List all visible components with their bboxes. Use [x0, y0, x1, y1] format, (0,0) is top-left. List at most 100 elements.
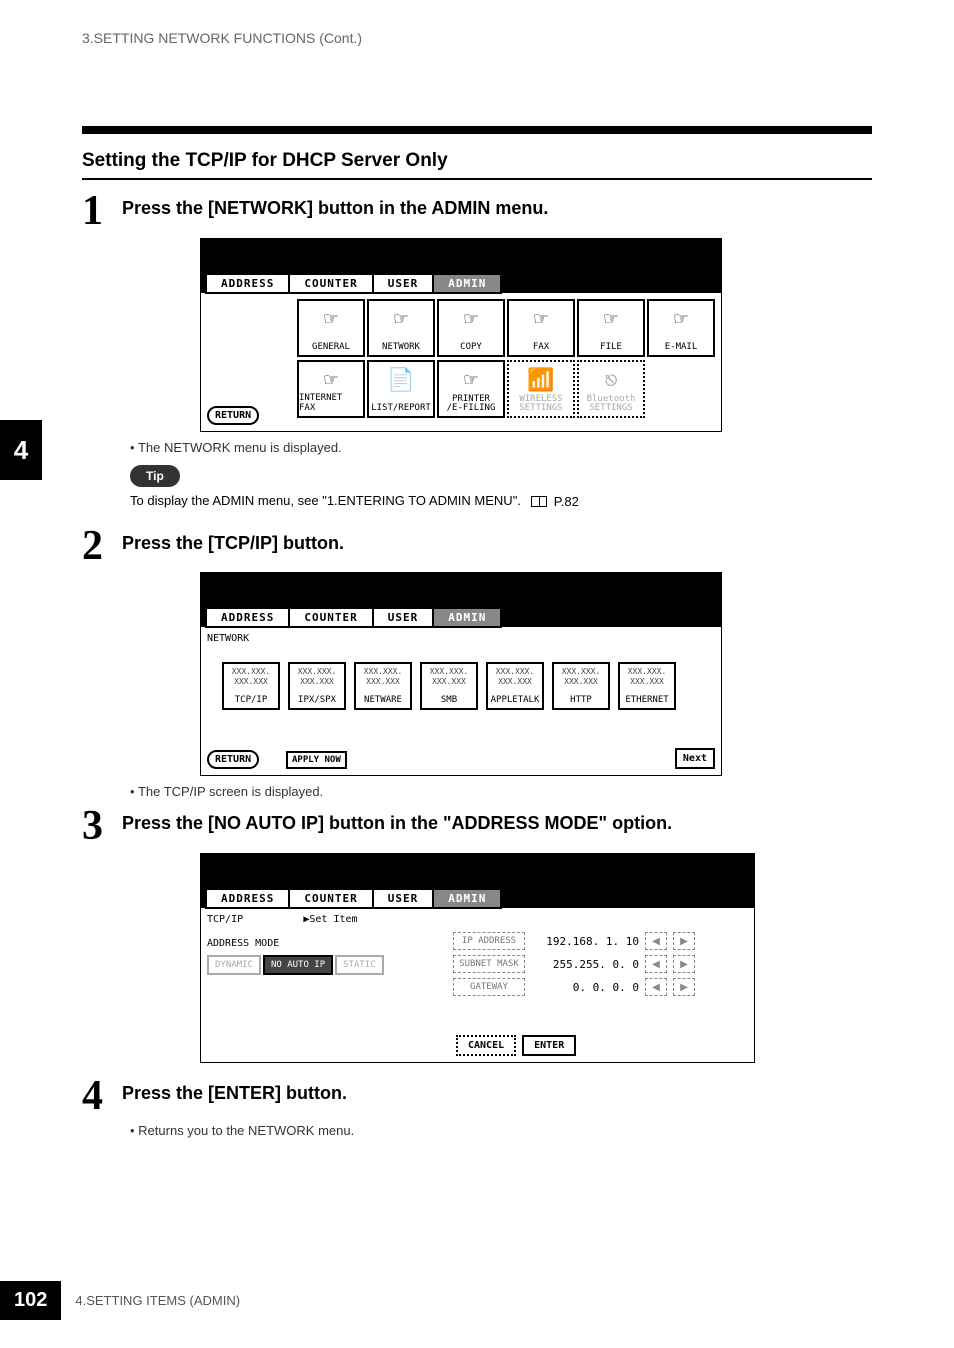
printer-efiling-button[interactable]: ☞ PRINTER /E-FILING [437, 360, 505, 418]
hand-icon: ☞ [534, 307, 547, 332]
tab-counter[interactable]: COUNTER [288, 273, 373, 294]
email-button[interactable]: ☞E-MAIL [647, 299, 715, 357]
hand-icon: ☞ [604, 307, 617, 332]
dummy-text: XXX.XXX [630, 677, 664, 686]
screen-topbar: ADDRESS COUNTER USER ADMIN [201, 239, 721, 293]
step-instruction: Press the [ENTER] button. [122, 1079, 347, 1104]
enter-button[interactable]: ENTER [522, 1035, 576, 1056]
list-report-button[interactable]: 📄LIST/REPORT [367, 360, 435, 418]
address-mode-label: ADDRESS MODE [207, 938, 384, 949]
return-button[interactable]: RETURN [207, 750, 259, 769]
gateway-value: 0. 0. 0. 0 [531, 981, 639, 994]
tip-text-body: To display the ADMIN menu, see "1.ENTERI… [130, 493, 521, 508]
cell-label: E-MAIL [665, 342, 698, 352]
cell-label: Bluetooth SETTINGS [587, 395, 636, 413]
tip-container: Tip [130, 465, 872, 487]
cancel-button[interactable]: CANCEL [456, 1035, 516, 1056]
appletalk-button[interactable]: XXX.XXX.XXX.XXXAPPLETALK [486, 662, 544, 710]
screenshot-tcpip: ADDRESS COUNTER USER ADMIN TCP/IP ▶Set I… [200, 853, 755, 1063]
footer-text: 4.SETTING ITEMS (ADMIN) [75, 1293, 240, 1308]
page-reference: P.82 [525, 494, 579, 509]
tab-admin[interactable]: ADMIN [432, 888, 502, 909]
wireless-button-disabled: 📶 WIRELESS SETTINGS [507, 360, 575, 418]
ipxspx-button[interactable]: XXX.XXX.XXX.XXXIPX/SPX [288, 662, 346, 710]
right-arrow-button[interactable]: ▶ [673, 932, 695, 950]
tab-admin[interactable]: ADMIN [432, 607, 502, 628]
tab-address[interactable]: ADDRESS [205, 273, 290, 294]
book-icon [531, 496, 547, 507]
content-area: Setting the TCP/IP for DHCP Server Only … [82, 150, 872, 1148]
http-button[interactable]: XXX.XXX.XXX.XXX HTTP [552, 662, 610, 710]
step-1-note: The NETWORK menu is displayed. [130, 440, 872, 455]
step-1: 1 Press the [NETWORK] button in the ADMI… [82, 194, 872, 230]
hand-icon: ☞ [324, 307, 337, 332]
netware-button[interactable]: XXX.XXX.XXX.XXXNETWARE [354, 662, 412, 710]
tab-user[interactable]: USER [372, 888, 435, 909]
tab-user[interactable]: USER [372, 607, 435, 628]
no-auto-ip-button[interactable]: NO AUTO IP [263, 955, 333, 975]
gateway-label: GATEWAY [453, 978, 525, 996]
next-button[interactable]: Next [675, 748, 715, 769]
cell-label: WIRELESS SETTINGS [519, 395, 562, 413]
dummy-text: XXX.XXX. [628, 667, 667, 676]
network-button[interactable]: ☞NETWORK [367, 299, 435, 357]
tab-counter[interactable]: COUNTER [288, 607, 373, 628]
screen-topbar: ADDRESS COUNTER USER ADMIN [201, 854, 754, 908]
dummy-text: XXX.XXX [300, 677, 334, 686]
cell-label: COPY [460, 342, 482, 352]
dummy-text: XXX.XXX [564, 677, 598, 686]
address-mode-panel: ADDRESS MODE DYNAMIC NO AUTO IP STATIC [207, 938, 384, 975]
fax-button[interactable]: ☞ FAX [507, 299, 575, 357]
cell-label: LIST/REPORT [371, 403, 431, 413]
admin-row-1: ☞ GENERAL ☞NETWORK ☞COPY ☞ FAX ☞ FILE ☞E-MA… [297, 299, 715, 357]
btn-label: APPLETALK [491, 695, 540, 705]
dummy-text: XXX.XXX [498, 677, 532, 686]
right-arrow-button[interactable]: ▶ [673, 955, 695, 973]
tab-address[interactable]: ADDRESS [205, 888, 290, 909]
cell-label: FILE [600, 342, 622, 352]
cell-label: PRINTER /E-FILING [447, 395, 496, 413]
screenshot-admin-menu: ADDRESS COUNTER USER ADMIN ☞ GENERAL ☞NET… [200, 238, 722, 432]
file-button[interactable]: ☞ FILE [577, 299, 645, 357]
dummy-text: XXX.XXX. [430, 667, 469, 676]
wireless-icon: 📶 [527, 368, 554, 393]
step-number: 3 [82, 809, 122, 845]
btn-label: HTTP [570, 695, 592, 705]
cell-label: FAX [533, 342, 549, 352]
dummy-text: XXX.XXX. [562, 667, 601, 676]
return-button[interactable]: RETURN [207, 406, 259, 425]
ethernet-button[interactable]: XXX.XXX.XXX.XXXETHERNET [618, 662, 676, 710]
left-arrow-button[interactable]: ◀ [645, 932, 667, 950]
breadcrumb: TCP/IP ▶Set Item [207, 914, 748, 925]
dummy-text: XXX.XXX. [298, 667, 337, 676]
page-footer: 102 4.SETTING ITEMS (ADMIN) [0, 1281, 240, 1320]
step-2-note: The TCP/IP screen is displayed. [130, 784, 872, 799]
hand-icon: ☞ [324, 368, 337, 393]
bluetooth-icon: ⎋ [604, 368, 617, 393]
left-arrow-button[interactable]: ◀ [645, 978, 667, 996]
apply-now-button[interactable]: APPLY NOW [286, 751, 347, 769]
hand-icon: ☞ [464, 368, 477, 393]
static-button[interactable]: STATIC [335, 955, 384, 975]
general-button[interactable]: ☞ GENERAL [297, 299, 365, 357]
tab-admin[interactable]: ADMIN [432, 273, 502, 294]
tip-text: To display the ADMIN menu, see "1.ENTERI… [130, 493, 872, 509]
tab-user[interactable]: USER [372, 273, 435, 294]
tab-address[interactable]: ADDRESS [205, 607, 290, 628]
subnet-mask-value: 255.255. 0. 0 [531, 958, 639, 971]
smb-button[interactable]: XXX.XXX.XXX.XXXSMB [420, 662, 478, 710]
header-rule [82, 126, 872, 134]
right-arrow-button[interactable]: ▶ [673, 978, 695, 996]
dynamic-button[interactable]: DYNAMIC [207, 955, 261, 975]
step-number: 1 [82, 194, 122, 230]
dummy-text: XXX.XXX [234, 677, 268, 686]
copy-button[interactable]: ☞COPY [437, 299, 505, 357]
page-number: 102 [0, 1281, 61, 1320]
dummy-text: XXX.XXX. [364, 667, 403, 676]
tab-counter[interactable]: COUNTER [288, 888, 373, 909]
internet-fax-button[interactable]: ☞INTERNET FAX [297, 360, 365, 418]
cell-label: GENERAL [312, 342, 350, 352]
btn-label: SMB [441, 695, 457, 705]
tcpip-button[interactable]: XXX.XXX.XXX.XXXTCP/IP [222, 662, 280, 710]
left-arrow-button[interactable]: ◀ [645, 955, 667, 973]
